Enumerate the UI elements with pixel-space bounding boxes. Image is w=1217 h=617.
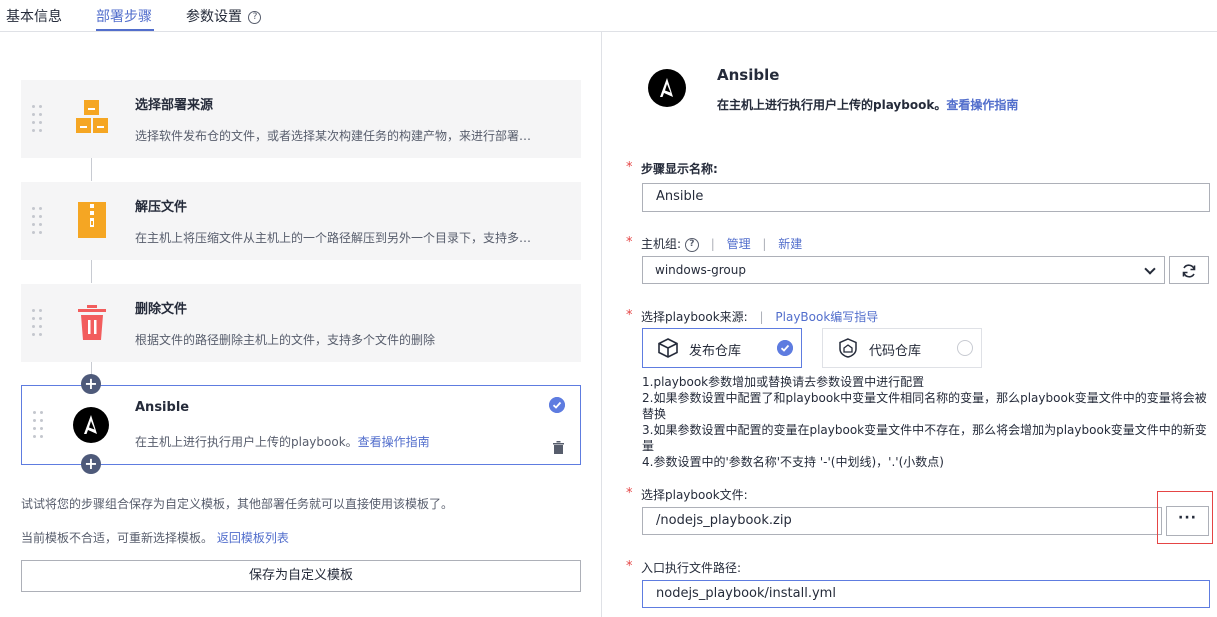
add-step-button[interactable]: + [81,374,101,394]
step-name-label: 步骤显示名称: [641,162,718,176]
entry-path-input[interactable]: nodejs_playbook/install.yml [642,580,1210,608]
source-option-label: 发布仓库 [689,344,742,359]
host-group-value: windows-group [655,263,746,277]
tab-parameters-label: 参数设置 [186,9,242,25]
tab-bar: 基本信息 部署步骤 参数设置 ? [0,0,1217,32]
step-description: 在主机上将压缩文件从主机上的一个路径解压到另外一个目录下，支持多… [135,231,532,245]
tab-basic-info[interactable]: 基本信息 [6,6,62,26]
check-circle-icon [777,340,793,356]
trash-icon [78,305,106,340]
create-link[interactable]: 新建 [778,237,802,251]
drag-handle-icon[interactable] [32,207,44,235]
host-group-label: 主机组: [641,237,682,251]
tab-deploy-steps[interactable]: 部署步骤 [96,6,152,26]
playbook-notes: 1.playbook参数增加或替换请去参数设置中进行配置 2.如果参数设置中配置… [642,374,1212,470]
panel-divider [601,32,602,617]
help-icon[interactable]: ? [684,237,699,252]
playbook-source-label: 选择playbook来源: [641,310,748,324]
help-icon[interactable]: ? [248,10,262,24]
manage-link[interactable]: 管理 [727,237,751,251]
step-connector [91,260,92,283]
add-step-button[interactable]: + [81,454,101,474]
host-group-label-row: 主机组: ? | 管理 | 新建 [641,235,802,252]
step-description-text: 在主机上进行执行用户上传的playbook。 [135,435,358,449]
separator: | [762,237,767,251]
required-mark: * [626,160,633,175]
step-description: 在主机上进行执行用户上传的playbook。查看操作指南 [135,433,430,450]
required-mark: * [626,308,633,323]
playbook-source-label-row: 选择playbook来源: | PlayBook编写指导 [641,308,878,325]
radio-button[interactable] [957,340,973,356]
chevron-down-icon [1144,263,1156,275]
source-option-release-repo[interactable]: 发布仓库 [642,328,802,368]
step-title: Ansible [135,400,190,415]
note-line: 2.如果参数设置中配置了和playbook中变量文件相同名称的变量，那么play… [642,391,1207,421]
playbook-file-input[interactable]: /nodejs_playbook.zip [642,507,1162,535]
separator: | [710,237,715,251]
entry-path-label: 入口执行文件路径: [641,561,742,575]
required-mark: * [626,559,633,574]
required-mark: * [626,235,633,250]
tab-parameters[interactable]: 参数设置 ? [186,6,262,26]
detail-title: Ansible [717,66,780,84]
source-option-code-repo[interactable]: 代码仓库 [822,328,982,368]
step-card-select-source[interactable]: 选择部署来源 选择软件发布仓的文件，或者选择某次构建任务的构建产物，来进行部署… [21,80,581,158]
step-description: 选择软件发布仓的文件，或者选择某次构建任务的构建产物，来进行部署… [135,129,532,143]
step-card-ansible[interactable]: Ansible 在主机上进行执行用户上传的playbook。查看操作指南 [21,385,581,465]
step-title: 删除文件 [135,302,188,317]
detail-guide-link[interactable]: 查看操作指南 [946,98,1018,112]
step-title: 解压文件 [135,200,188,215]
note-line: 1.playbook参数增加或替换请去参数设置中进行配置 [642,375,925,389]
back-to-template-list-link[interactable]: 返回模板列表 [217,531,289,545]
drag-handle-icon[interactable] [33,411,45,439]
host-group-select[interactable]: windows-group [642,256,1165,284]
note-line: 3.如果参数设置中配置的变量在playbook变量文件中不存在，那么将会增加为p… [642,423,1207,453]
ansible-logo-icon [648,69,686,107]
source-option-label: 代码仓库 [869,344,922,359]
step-name-input[interactable]: Ansible [642,183,1210,212]
step-card-unzip[interactable]: 解压文件 在主机上将压缩文件从主机上的一个路径解压到另外一个目录下，支持多… [21,182,581,260]
zip-file-icon [78,202,106,238]
required-mark: * [626,486,633,501]
step-description: 根据文件的路径删除主机上的文件，支持多个文件的删除 [135,333,436,347]
detail-description: 在主机上进行执行用户上传的playbook。查看操作指南 [717,96,1018,113]
playbook-guide-link[interactable]: PlayBook编写指导 [775,310,878,324]
save-as-template-button[interactable]: 保存为自定义模板 [21,560,581,592]
ansible-icon [73,407,109,443]
separator: | [759,310,764,324]
delete-step-icon[interactable] [553,441,564,454]
package-box-icon [658,338,678,358]
check-circle-icon [549,397,565,413]
code-repo-shield-icon [839,338,857,358]
step-title: 选择部署来源 [135,98,214,113]
reselect-template-hint: 当前模板不合适，可重新选择模板。 返回模板列表 [21,529,289,546]
reselect-template-text: 当前模板不合适，可重新选择模板。 [21,531,214,545]
guide-link[interactable]: 查看操作指南 [358,435,430,449]
detail-description-text: 在主机上进行执行用户上传的playbook。 [717,98,947,112]
refresh-button[interactable] [1169,256,1209,284]
package-source-icon [76,100,108,133]
refresh-icon [1182,264,1196,278]
step-connector [91,158,92,181]
drag-handle-icon[interactable] [32,309,44,337]
save-template-hint: 试试将您的步骤组合保存为自定义模板，其他部署任务就可以直接使用该模板了。 [21,497,454,511]
step-card-delete-file[interactable]: 删除文件 根据文件的路径删除主机上的文件，支持多个文件的删除 [21,284,581,362]
note-line: 4.参数设置中的'参数名称'不支持 '-'(中划线)，'.'(小数点) [642,455,944,469]
active-tab-indicator [96,29,154,31]
playbook-file-label: 选择playbook文件: [641,488,748,502]
drag-handle-icon[interactable] [32,105,44,133]
browse-file-button[interactable]: ··· [1166,506,1209,536]
